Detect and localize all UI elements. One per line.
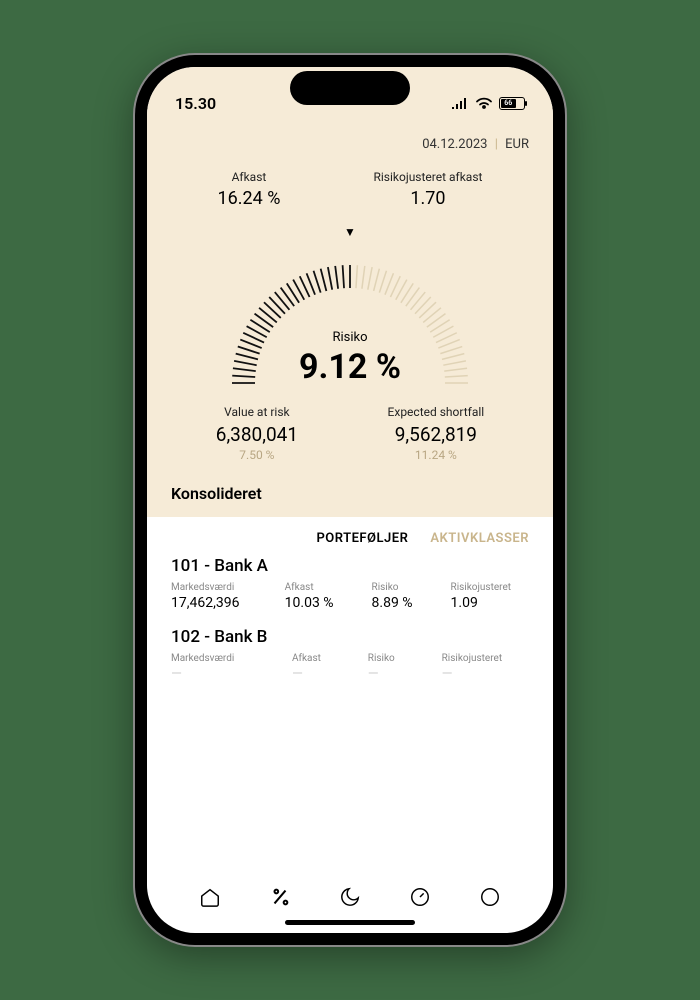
tab-portfolios[interactable]: PORTEFØLJER (316, 531, 408, 546)
summary-panel: 04.12.2023 | EUR Afkast 16.24 % Risikoju… (147, 123, 553, 517)
col-mv: Markedsværdi (171, 653, 272, 664)
nav-percent-icon[interactable] (267, 884, 293, 910)
status-time: 15.30 (175, 94, 216, 113)
home-indicator[interactable] (285, 920, 415, 925)
expected-shortfall: Expected shortfall 9,562,819 11.24 % (388, 405, 485, 462)
metric-riskadj-value: 1.70 (373, 188, 482, 209)
gauge-value: 9.12 % (210, 347, 490, 387)
nav-home-icon[interactable] (197, 884, 223, 910)
wifi-icon (475, 94, 493, 113)
cell-mv: 17,462,396 (171, 595, 265, 611)
bottom-nav (147, 874, 553, 914)
col-risk: Risiko (368, 653, 422, 664)
col-ret: Afkast (292, 653, 348, 664)
metric-return: Afkast 16.24 % (218, 170, 281, 209)
cell-ret: 10.03 % (285, 595, 352, 611)
currency-label: EUR (505, 137, 529, 152)
var-value: 6,380,041 (216, 423, 298, 446)
date-currency: 04.12.2023 | EUR (171, 131, 529, 170)
es-value: 9,562,819 (388, 423, 485, 446)
gauge-label: Risiko (210, 330, 490, 345)
col-radj: Risikojusteret (442, 653, 529, 664)
col-ret: Afkast (285, 582, 352, 593)
metric-return-label: Afkast (218, 170, 281, 184)
cell-radj: 1.09 (451, 595, 529, 611)
metric-return-value: 16.24 % (218, 188, 281, 209)
risk-gauge: ▼ Risiko 9.12 % (210, 223, 490, 391)
nav-gauge-icon[interactable] (407, 884, 433, 910)
metric-riskadj-label: Risikojusteret afkast (373, 170, 482, 184)
battery-icon: 66 (499, 97, 525, 110)
phone-frame: 15.30 66 04.12.2023 | EUR Afkast 1 (135, 55, 565, 945)
tab-asset-classes[interactable]: AKTIVKLASSER (430, 531, 529, 546)
col-risk: Risiko (372, 582, 431, 593)
es-label: Expected shortfall (388, 405, 485, 419)
value-at-risk: Value at risk 6,380,041 7.50 % (216, 405, 298, 462)
portfolio-title: 101 - Bank A (171, 556, 529, 576)
tabs: PORTEFØLJER AKTIVKLASSER (147, 517, 553, 556)
list-item[interactable]: 101 - Bank A Markedsværdi 17,462,396 Afka… (171, 556, 529, 611)
dynamic-island (290, 71, 410, 105)
nav-circle-icon[interactable] (477, 884, 503, 910)
cellular-icon (451, 94, 469, 113)
list-item[interactable]: 102 - Bank B Markedsværdi— Afkast— Risik… (171, 627, 529, 682)
col-mv: Markedsværdi (171, 582, 265, 593)
screen: 15.30 66 04.12.2023 | EUR Afkast 1 (147, 67, 553, 933)
portfolio-list[interactable]: 101 - Bank A Markedsværdi 17,462,396 Afka… (147, 556, 553, 874)
gauge-pointer-icon: ▼ (344, 225, 356, 239)
portfolio-title: 102 - Bank B (171, 627, 529, 647)
cell-risk: 8.89 % (372, 595, 431, 611)
section-title: Konsolideret (171, 480, 529, 503)
nav-moon-icon[interactable] (337, 884, 363, 910)
metric-riskadj: Risikojusteret afkast 1.70 (373, 170, 482, 209)
var-pct: 7.50 % (216, 448, 298, 462)
var-label: Value at risk (216, 405, 298, 419)
separator: | (495, 137, 498, 152)
col-radj: Risikojusteret (451, 582, 529, 593)
as-of-date: 04.12.2023 (422, 137, 487, 152)
es-pct: 11.24 % (388, 448, 485, 462)
